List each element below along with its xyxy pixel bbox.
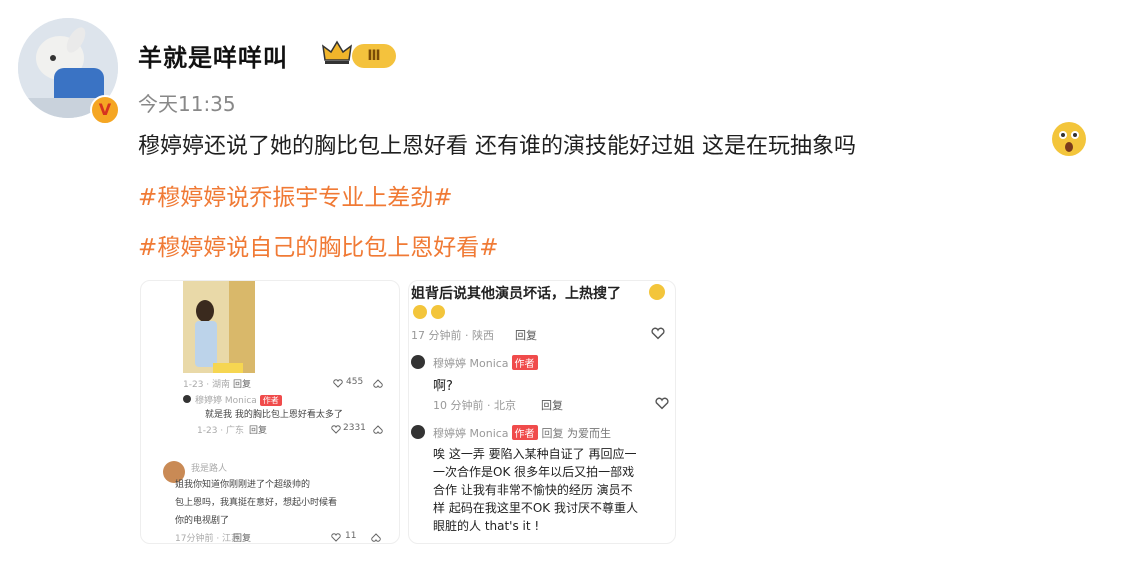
post-text: 穆婷婷还说了她的胸比包上恩好看 还有谁的演技能好过姐 这是在玩抽象吗 <box>138 134 856 159</box>
like-count: 11 <box>345 531 357 541</box>
heart-icon[interactable] <box>655 397 669 410</box>
commenter-name: 穆婷婷 Monica 作者 <box>433 355 538 371</box>
author-badge: 作者 <box>259 395 282 406</box>
crown-icon <box>322 40 352 64</box>
comment-text: 啊? <box>433 379 453 394</box>
username[interactable]: 羊就是咩咩叫 <box>138 38 288 73</box>
commenter-name: 我是路人 <box>191 464 228 474</box>
comment-text: 姐背后说其他演员坏话，上热搜了 <box>411 286 621 302</box>
like-count: 2331 <box>343 423 366 433</box>
author-badge: 作者 <box>511 425 538 440</box>
commenter-name-text: 穆婷婷 Monica <box>195 396 257 406</box>
comment-text: 你的电视剧了 <box>175 516 230 526</box>
commenter-name: 穆婷婷 Monica 作者 回复 为爱而生 <box>433 425 611 441</box>
emoji-icon <box>649 284 665 300</box>
reply-link[interactable]: 回复 <box>515 327 537 343</box>
video-thumbnail <box>183 281 255 373</box>
verified-badge-icon: V <box>90 95 120 125</box>
reply-link[interactable]: 回复 <box>249 423 267 436</box>
attached-image-left[interactable]: 1-23 · 湖南 回复 455 穆婷婷 Monica 作者 就是我 我的胸比包上… <box>140 280 400 544</box>
commenter-name: 穆婷婷 Monica 作者 <box>195 393 282 406</box>
comment-text: 就是我 我的胸比包上恩好看太多了 <box>205 410 343 420</box>
comment-meta: 10 分钟前 · 北京 <box>433 399 516 412</box>
heart-icon[interactable] <box>333 379 343 388</box>
comment-text: 合作 让我有非常不愉快的经历 演员不 <box>433 483 633 497</box>
comment-text: 唉 这一弄 要陷入某种自证了 再回应一 <box>433 447 637 461</box>
heart-icon[interactable] <box>331 425 341 434</box>
like-count: 455 <box>346 377 364 387</box>
dislike-icon[interactable] <box>373 379 383 388</box>
comment-text: 包上恩吗，我真挺在意好，想起小时候看 <box>175 498 338 508</box>
comment-meta: 1-23 · 广东 <box>197 426 245 436</box>
comment-text: 样 起码在我这里不OK 我讨厌不尊重人 <box>433 501 638 515</box>
reply-link[interactable]: 回复 <box>541 397 563 413</box>
hashtag-link[interactable]: #穆婷婷说乔振宇专业上差劲# <box>138 178 453 212</box>
emoji-icon <box>431 305 445 319</box>
shocked-emoji-icon <box>1052 122 1086 156</box>
avatar[interactable] <box>411 425 425 439</box>
avatar[interactable] <box>411 355 425 369</box>
attached-image-right[interactable]: 姐背后说其他演员坏话，上热搜了 17 分钟前 · 陕西 回复 穆婷婷 Monic… <box>408 280 676 544</box>
reply-link[interactable]: 回复 <box>233 377 251 390</box>
dislike-icon[interactable] <box>373 425 383 434</box>
heart-icon[interactable] <box>331 533 341 542</box>
hashtag-link[interactable]: #穆婷婷说自己的胸比包上恩好看# <box>138 228 499 262</box>
reply-link[interactable]: 回复 <box>233 531 251 543</box>
commenter-name-text: 穆婷婷 Monica <box>433 357 509 370</box>
emoji-icon <box>413 305 427 319</box>
reply-to: 回复 为爱而生 <box>541 427 612 440</box>
heart-icon[interactable] <box>651 327 665 340</box>
avatar[interactable] <box>183 395 191 403</box>
post-time: 今天11:35 <box>138 92 236 116</box>
comment-meta: 1-23 · 湖南 <box>183 380 231 390</box>
commenter-name-text: 穆婷婷 Monica <box>433 427 509 440</box>
comment-meta: 17 分钟前 · 陕西 <box>411 329 494 342</box>
comment-text: 姐我你知道你刚刚进了个超级帅的 <box>175 480 311 490</box>
comment-text: 一次合作是OK 很多年以后又拍一部戏 <box>433 465 635 479</box>
comment-meta: 17分钟前 · 江苏 <box>175 534 241 544</box>
author-badge: 作者 <box>511 355 538 370</box>
dislike-icon[interactable] <box>371 533 381 542</box>
comment-text: 眼脏的人 that's it ! <box>433 519 540 533</box>
level-badge: Ⅲ <box>352 44 396 68</box>
